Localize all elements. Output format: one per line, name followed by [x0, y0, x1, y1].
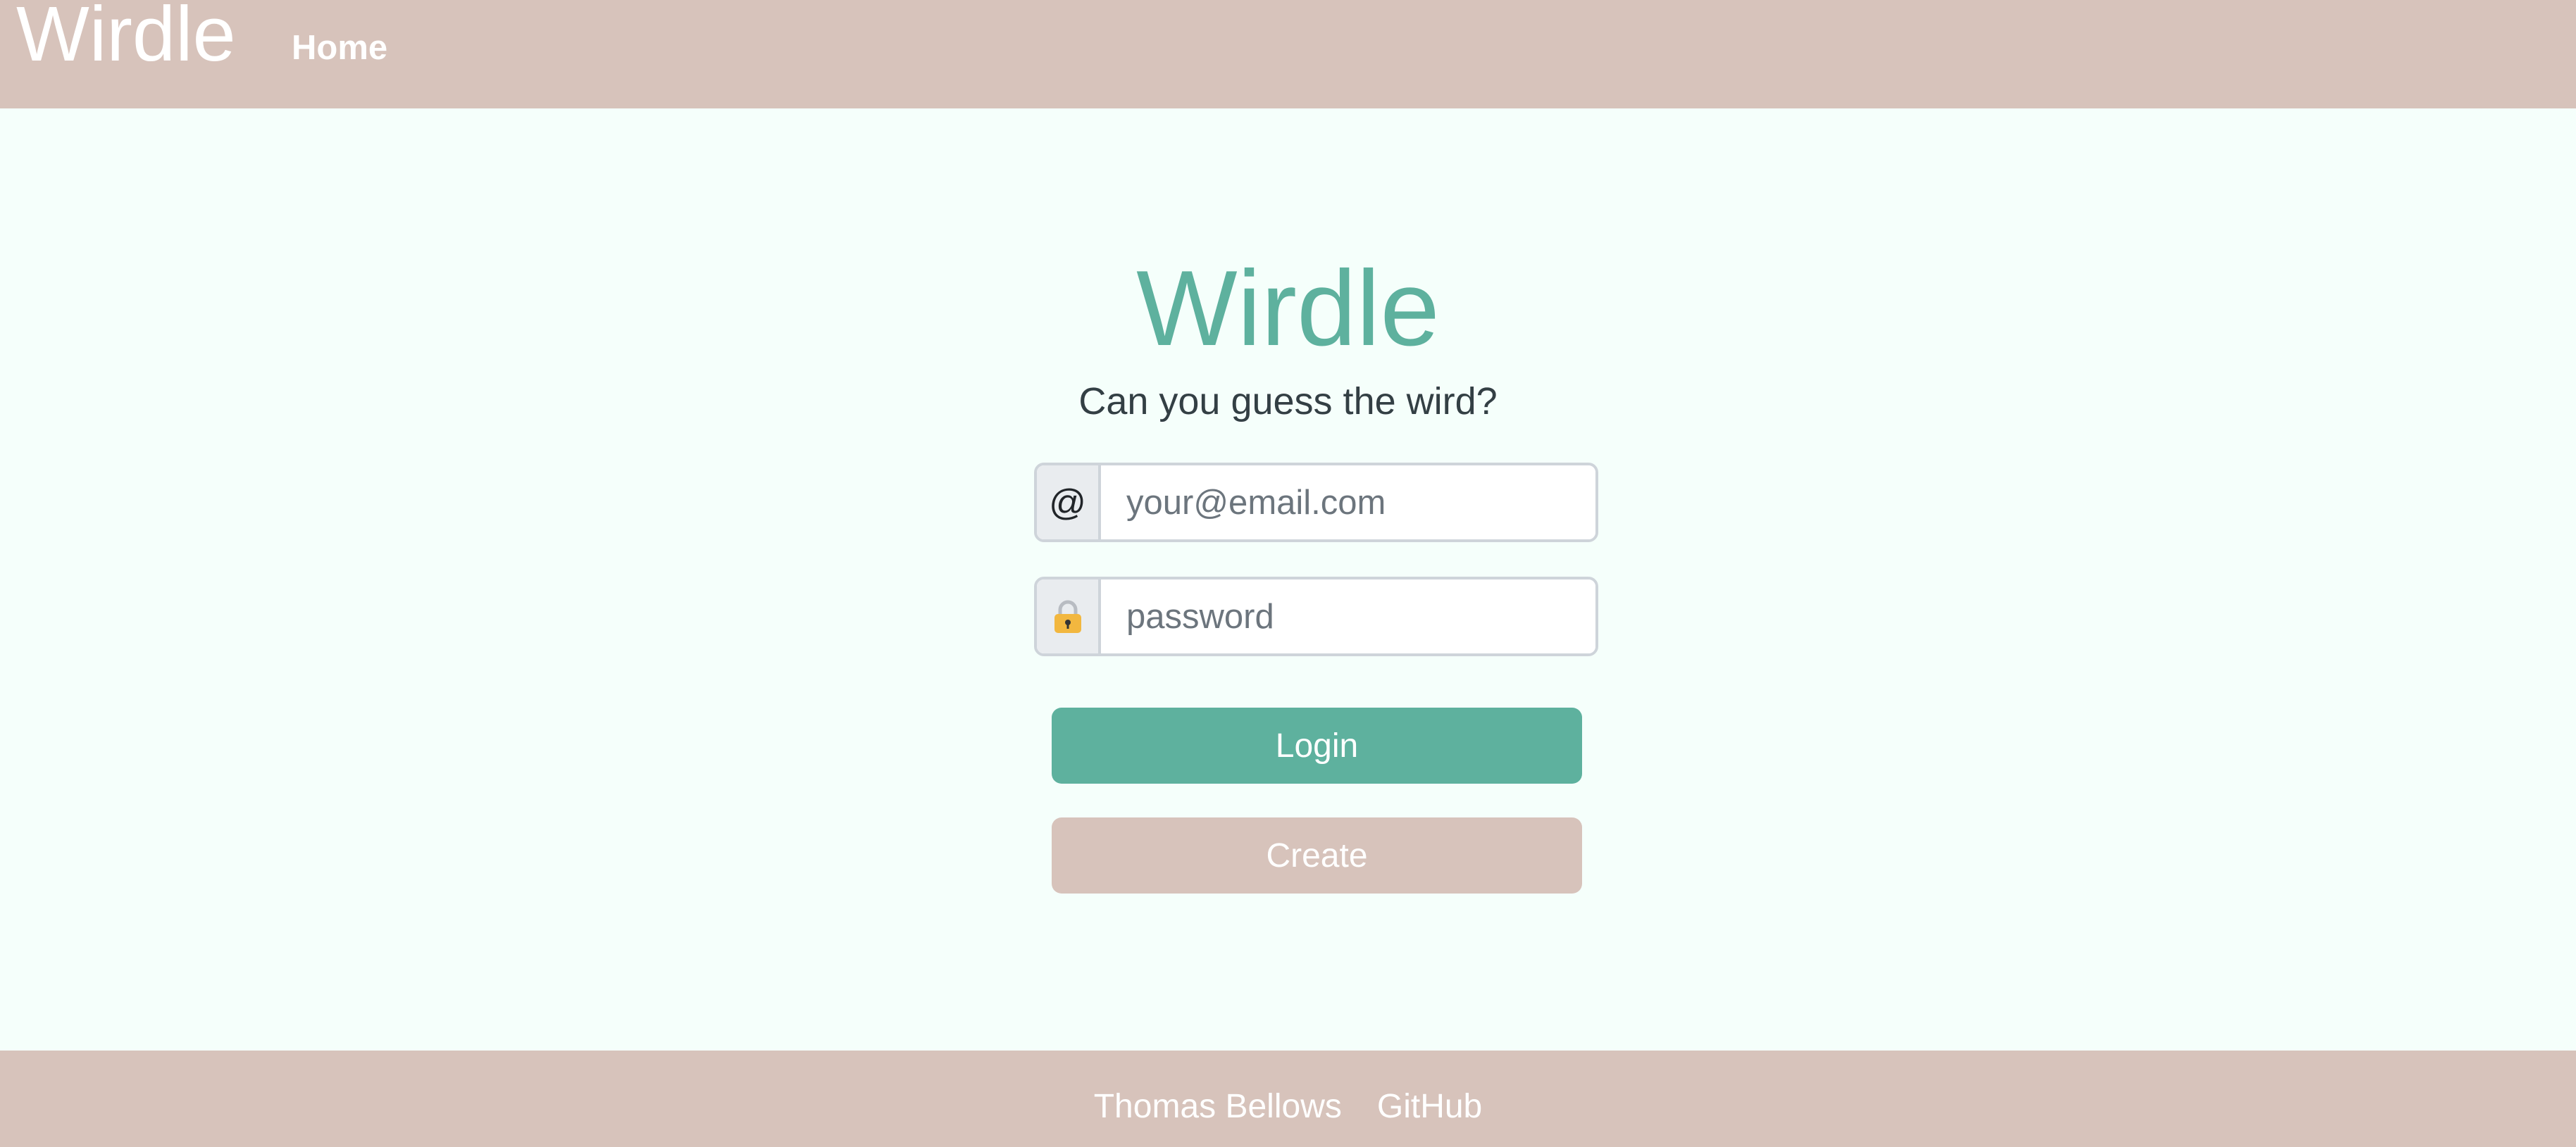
- navbar: Wirdle Home: [0, 0, 2576, 108]
- page-subtitle: Can you guess the wird?: [1078, 380, 1498, 422]
- nav-link-home[interactable]: Home: [292, 28, 387, 68]
- footer-link-github[interactable]: GitHub: [1377, 1087, 1482, 1126]
- login-panel: Wirdle Can you guess the wird? @ Login C…: [0, 108, 2576, 1051]
- page-title: Wirdle: [1136, 249, 1440, 368]
- login-button[interactable]: Login: [1052, 708, 1582, 784]
- footer: Thomas Bellows GitHub: [0, 1051, 2576, 1147]
- create-button[interactable]: Create: [1052, 817, 1582, 894]
- page: Wirdle Home Wirdle Can you guess the wir…: [0, 0, 2576, 1147]
- email-field[interactable]: [1101, 465, 1595, 539]
- footer-links: Thomas Bellows GitHub: [0, 1087, 2576, 1126]
- at-sign-icon: @: [1037, 465, 1101, 539]
- footer-link-author[interactable]: Thomas Bellows: [1094, 1087, 1342, 1126]
- brand-logo-link[interactable]: Wirdle: [16, 0, 236, 77]
- password-input-group: [1034, 577, 1598, 656]
- lock-icon: [1037, 579, 1101, 653]
- password-field[interactable]: [1101, 579, 1595, 653]
- email-input-group: @: [1034, 463, 1598, 542]
